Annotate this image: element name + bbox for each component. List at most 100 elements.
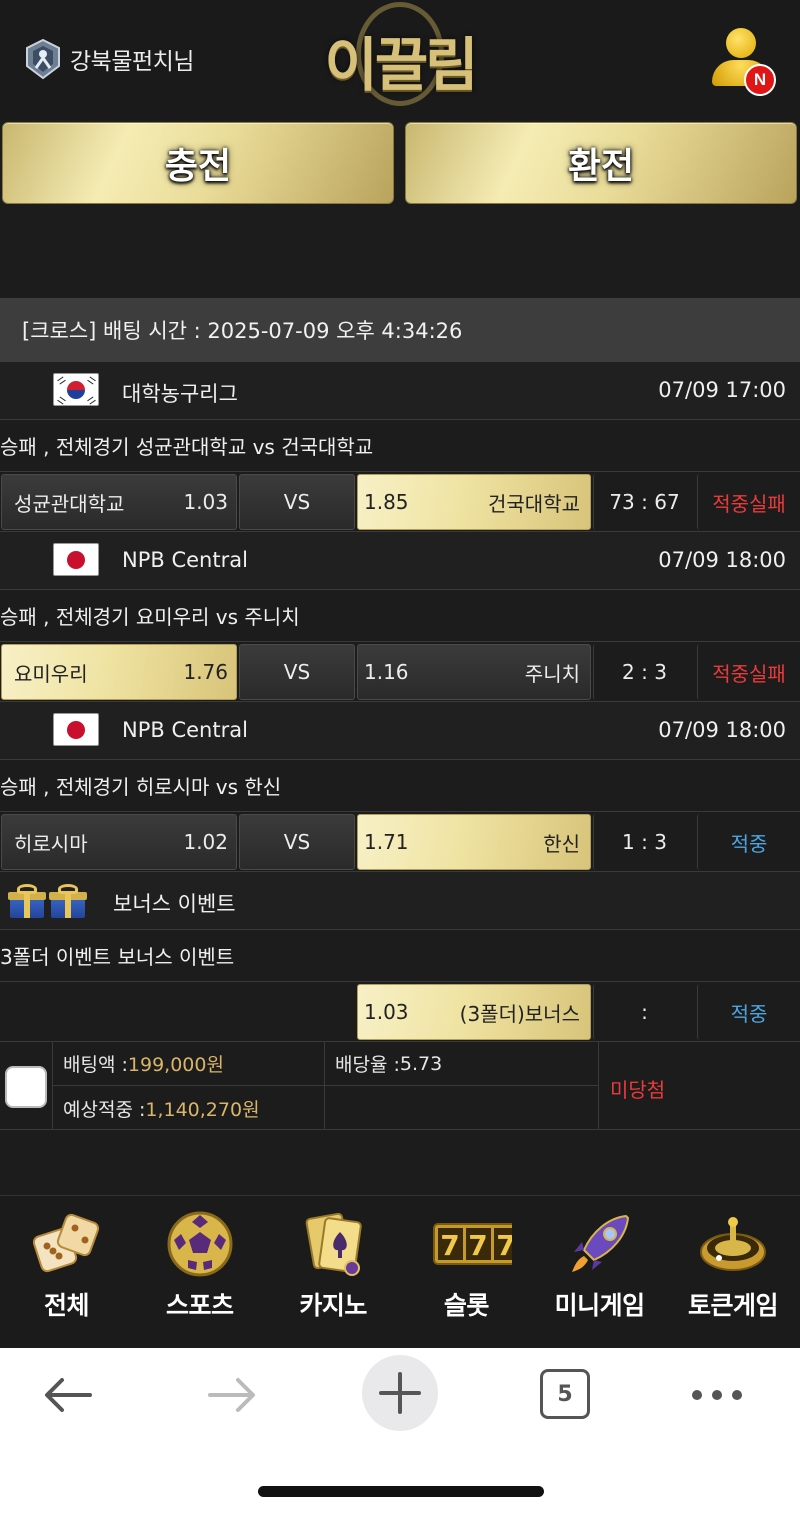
odds-row: 요미우리 1.76 VS 1.16 주니치 2 : 3 적중실패	[0, 642, 800, 702]
bonus-row: 보너스 이벤트	[0, 872, 800, 930]
bonus-league-name: 보너스 이벤트	[113, 892, 236, 916]
home-team: 성균관대학교	[14, 491, 125, 516]
nav-all[interactable]: 전체	[0, 1196, 133, 1347]
league-name: NPB Central	[122, 718, 248, 742]
nav-token-game[interactable]: 토큰게임	[666, 1196, 799, 1347]
match-time: 07/09 17:00	[658, 378, 786, 402]
logo-text: 이끌림	[324, 31, 478, 99]
league-name: 대학농구리그	[122, 382, 238, 406]
expected-value: 1,140,270원	[145, 1098, 260, 1121]
korea-flag-icon	[53, 373, 99, 406]
profile-button[interactable]: N	[710, 28, 782, 100]
slip-title: [크로스] 배팅 시간 : 2025-07-09 오후 4:34:26	[0, 298, 800, 362]
roulette-icon	[700, 1217, 767, 1271]
home-indicator	[258, 1486, 544, 1497]
svg-text:7: 7	[468, 1229, 487, 1262]
home-team: 히로시마	[14, 831, 88, 856]
nav-label: 미니게임	[554, 1291, 646, 1320]
rank-badge-icon	[26, 38, 60, 80]
svg-text:7: 7	[440, 1229, 459, 1262]
odds-value: 5.73	[399, 1052, 443, 1075]
league-row: NPB Central 07/09 18:00	[0, 532, 800, 590]
score: 1 : 3	[593, 814, 695, 870]
nav-label: 토큰게임	[687, 1291, 779, 1320]
vs-cell: VS	[239, 814, 355, 870]
gift-icon	[49, 884, 87, 918]
vs-cell: VS	[239, 474, 355, 530]
odds-row: 성균관대학교 1.03 VS 1.85 건국대학교 73 : 67 적중실패	[0, 472, 800, 532]
odds-label: 배당율 :	[335, 1054, 400, 1076]
odds-row: 히로시마 1.02 VS 1.71 한신 1 : 3 적중	[0, 812, 800, 872]
total-odds: 배당율 : 5.73	[325, 1042, 599, 1086]
away-team: 주니치	[524, 661, 580, 686]
bonus-odds-cell-selected[interactable]: 1.03 (3폴더)보너스	[357, 984, 591, 1040]
result-status: 적중	[697, 814, 800, 870]
home-odds: 1.03	[183, 490, 228, 514]
away-odds: 1.16	[364, 660, 409, 684]
japan-flag-icon	[53, 543, 99, 576]
nav-casino[interactable]: 카지노	[267, 1196, 400, 1347]
select-checkbox[interactable]	[5, 1066, 47, 1108]
exchange-button[interactable]: 환전	[405, 122, 797, 204]
home-team: 요미우리	[14, 661, 88, 686]
bet-summary: 배팅액 : 199,000원 배당율 : 5.73 예상적중 : 1,140,2…	[0, 1042, 800, 1130]
away-team: 한신	[543, 831, 580, 856]
match-time: 07/09 18:00	[658, 548, 786, 572]
soccer-ball-icon	[167, 1211, 233, 1277]
profile-icon	[726, 28, 756, 58]
home-odds: 1.02	[183, 830, 228, 854]
nav-label: 슬롯	[443, 1291, 490, 1320]
gift-icons	[8, 884, 87, 918]
rocket-icon	[572, 1214, 630, 1272]
league-name: NPB Central	[122, 548, 248, 572]
bet-slip: [크로스] 배팅 시간 : 2025-07-09 오후 4:34:26 대학농구…	[0, 298, 800, 1130]
more-options-icon[interactable]	[690, 1370, 744, 1420]
away-odds: 1.85	[364, 490, 409, 514]
summary-grid: 배팅액 : 199,000원 배당율 : 5.73 예상적중 : 1,140,2…	[52, 1042, 599, 1130]
user-info[interactable]: 강북물펀치님	[22, 38, 194, 80]
nav-slot[interactable]: 7 7 7 슬롯	[400, 1196, 533, 1347]
expected-win: 예상적중 : 1,140,270원	[53, 1086, 325, 1130]
home-odds-cell[interactable]: 성균관대학교 1.03	[1, 474, 237, 530]
match-time: 07/09 18:00	[658, 718, 786, 742]
tab-count-button[interactable]: 5	[540, 1369, 590, 1419]
nav-label: 전체	[43, 1291, 90, 1320]
slot-777-icon: 7 7 7	[432, 1223, 512, 1265]
nav-sports[interactable]: 스포츠	[133, 1196, 266, 1347]
away-odds: 1.71	[364, 830, 409, 854]
charge-button[interactable]: 충전	[2, 122, 394, 204]
home-odds-cell-selected[interactable]: 요미우리 1.76	[1, 644, 237, 700]
market-label: 승패 , 전체경기 히로시마 vs 한신	[0, 760, 800, 812]
nav-minigame[interactable]: 미니게임	[533, 1196, 666, 1347]
app-header: 강북물펀치님 이끌림 N	[0, 0, 800, 120]
back-arrow-icon[interactable]	[42, 1370, 94, 1420]
svg-text:7: 7	[496, 1229, 512, 1262]
vs-cell: VS	[239, 644, 355, 700]
away-team: 건국대학교	[488, 491, 580, 516]
japan-flag-icon	[53, 713, 99, 746]
nav-label: 카지노	[299, 1291, 367, 1320]
forward-arrow-icon[interactable]	[206, 1370, 258, 1420]
playing-cards-icon	[305, 1212, 362, 1276]
home-odds-cell[interactable]: 히로시마 1.02	[1, 814, 237, 870]
nav-label: 스포츠	[166, 1291, 234, 1320]
bet-amount-label: 배팅액 :	[63, 1054, 128, 1076]
score: :	[593, 984, 695, 1040]
game-nav: 전체 스포츠 카지노 7 7 7 슬롯 미니게임 토큰게임	[0, 1195, 800, 1347]
away-odds-cell[interactable]: 1.16 주니치	[357, 644, 591, 700]
away-odds-cell-selected[interactable]: 1.71 한신	[357, 814, 591, 870]
market-label: 승패 , 전체경기 요미우리 vs 주니치	[0, 590, 800, 642]
bonus-label: (3폴더)보너스	[459, 1001, 580, 1026]
bonus-odds-row: 1.03 (3폴더)보너스 : 적중	[0, 982, 800, 1042]
bonus-odds: 1.03	[364, 1000, 409, 1024]
browser-toolbar: 5	[0, 1348, 800, 1513]
site-logo[interactable]: 이끌림	[320, 0, 480, 110]
username: 강북물펀치님	[70, 49, 194, 75]
result-status: 적중실패	[697, 474, 800, 530]
new-tab-plus-icon[interactable]	[361, 1354, 439, 1432]
expected-label: 예상적중 :	[63, 1098, 146, 1121]
league-row: 대학농구리그 07/09 17:00	[0, 362, 800, 420]
away-odds-cell-selected[interactable]: 1.85 건국대학교	[357, 474, 591, 530]
league-row: NPB Central 07/09 18:00	[0, 702, 800, 760]
result-status: 적중	[697, 984, 800, 1040]
